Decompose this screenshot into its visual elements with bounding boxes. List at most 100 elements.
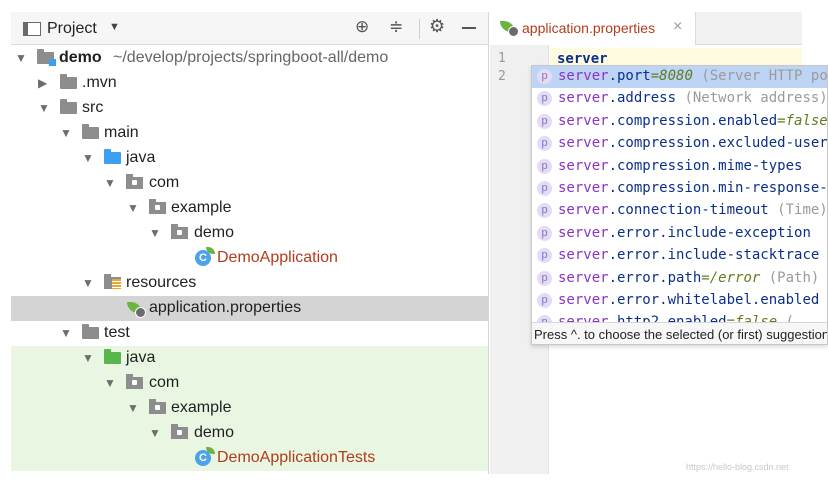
completion-item[interactable]: p server.compression.min-response-size (532, 178, 828, 200)
completion-text: server.connection-timeout (Time) (558, 202, 828, 219)
spring-leaf-icon (127, 301, 146, 318)
expand-arrow-icon[interactable]: ▼ (82, 151, 94, 165)
completion-text: server.compression.mime-types (558, 158, 802, 174)
tree-row-main-java[interactable]: ▼ java (11, 146, 488, 171)
tree-row-src[interactable]: ▼ src (11, 96, 488, 121)
property-icon: p (537, 225, 552, 241)
package-icon (126, 374, 143, 389)
expand-arrow-icon[interactable]: ▼ (127, 401, 139, 415)
package-icon (171, 424, 188, 439)
tree-label-demo: demo (194, 224, 235, 241)
completion-rest: .compression.min-response-size (608, 180, 828, 196)
project-panel-header: Project ▼ ⊕ ≑ ⚙ (11, 12, 488, 45)
completion-rest: .compression.enabled (608, 112, 778, 129)
expand-arrow-icon[interactable]: ▼ (15, 51, 27, 65)
tree-label-main: main (104, 124, 139, 141)
completion-rest: .error.include-exception (608, 224, 811, 241)
tree-label-resources: resources (126, 274, 197, 291)
tab-application-properties[interactable]: application.properties × (490, 12, 696, 45)
tree-row-resources[interactable]: ▼ resources (11, 271, 488, 296)
tree-row-demo-application-tests[interactable]: C DemoApplicationTests (11, 446, 488, 471)
tree-label-demo-application-tests: DemoApplicationTests (217, 449, 376, 466)
completion-rest: .connection-timeout (608, 202, 769, 219)
tree-row-demo-root[interactable]: ▼ demo ~/develop/projects/springboot-all… (11, 46, 488, 71)
source-folder-icon (104, 149, 121, 164)
completion-item[interactable]: p server.error.include-stacktrace (532, 245, 827, 267)
collapse-all-icon[interactable]: ≑ (389, 17, 403, 37)
spring-boot-class-icon: C (195, 247, 215, 266)
completion-desc: (Network address) (676, 90, 828, 107)
expand-arrow-icon[interactable]: ▼ (149, 426, 161, 440)
expand-arrow-icon[interactable]: ▼ (149, 226, 161, 240)
completion-match: server (558, 224, 609, 241)
folder-icon (60, 99, 77, 114)
close-icon[interactable]: × (673, 18, 682, 36)
expand-arrow-icon[interactable]: ▼ (38, 101, 50, 115)
tree-row-test-example[interactable]: ▼ example (11, 396, 488, 421)
completion-item[interactable]: p server.address (Network address) (532, 88, 828, 110)
completion-rest: .error.include-stacktrace (608, 247, 820, 264)
completion-popup[interactable]: pserver.port=8080 (Server HTTP port)pser… (531, 65, 828, 345)
minimize-icon[interactable] (462, 27, 476, 29)
completion-item[interactable]: pserver.port=8080 (Server HTTP port) (532, 66, 828, 88)
expand-arrow-icon[interactable]: ▼ (104, 176, 116, 190)
expand-arrow-icon[interactable]: ▼ (60, 126, 72, 140)
expand-arrow-icon[interactable]: ▼ (82, 351, 94, 365)
tree-label-example: example (171, 199, 232, 216)
property-icon: p (537, 181, 552, 196)
tree-row-mvn[interactable]: ▶ .mvn (11, 71, 488, 96)
completion-text: server.compression.min-response-size (558, 180, 828, 196)
package-icon (149, 199, 166, 214)
project-view-icon[interactable] (23, 22, 41, 36)
property-icon: p (537, 270, 552, 286)
chevron-down-icon[interactable]: ▼ (109, 21, 120, 33)
test-folder-icon (104, 349, 121, 364)
completion-value: =false (777, 112, 828, 129)
expand-arrow-icon[interactable]: ▼ (60, 326, 72, 340)
completion-hint: Press ^. to choose the selected (or firs… (532, 322, 827, 344)
completion-desc: (Time) (768, 202, 828, 219)
expand-arrow-icon[interactable]: ▼ (104, 376, 116, 390)
tree-row-test[interactable]: ▼ test (11, 321, 488, 346)
project-panel: Project ▼ ⊕ ≑ ⚙ ▼ demo ~/develop/project… (11, 12, 489, 474)
completion-item[interactable]: p server.error.path=/error (Path) (532, 268, 827, 290)
tree-row-main-example[interactable]: ▼ example (11, 196, 488, 221)
tree-label-src: src (82, 99, 104, 116)
expand-arrow-icon[interactable]: ▼ (127, 201, 139, 215)
completion-desc: (Server HTTP port) (701, 68, 828, 84)
tree-row-test-java[interactable]: ▼ java (11, 346, 488, 371)
tree-row-main[interactable]: ▼ main (11, 121, 488, 146)
tree-row-application-properties[interactable]: application.properties (11, 296, 488, 321)
expand-arrow-icon[interactable]: ▼ (82, 276, 94, 290)
locate-globe-icon[interactable]: ⊕ (355, 17, 369, 37)
tree-row-demo-application[interactable]: C DemoApplication (11, 246, 488, 271)
completion-item[interactable]: p server.connection-timeout (Time) (532, 200, 828, 222)
completion-rest: .address (608, 90, 677, 107)
completion-rest: .error.whitelabel.enabled (608, 292, 820, 308)
property-icon: p (537, 113, 552, 129)
gear-icon[interactable]: ⚙ (429, 16, 445, 37)
tree-label-com: com (149, 174, 180, 191)
line-number: 2 (498, 69, 506, 84)
tree-label-test-java: java (126, 349, 156, 366)
completion-match: server (558, 112, 609, 129)
property-icon: p (537, 293, 552, 308)
completion-item[interactable]: p server.compression.mime-types (532, 156, 827, 178)
project-panel-title[interactable]: Project (47, 20, 97, 38)
completion-item[interactable]: p server.error.whitelabel.enabled (532, 290, 827, 312)
watermark: https://hello-blog.csdn.net (686, 462, 789, 472)
completion-item[interactable]: pserver.compression.excluded-user-agents (532, 133, 827, 155)
completion-match: server (558, 68, 609, 84)
tree-row-main-demo[interactable]: ▼ demo (11, 221, 488, 246)
collapsed-arrow-icon[interactable]: ▶ (38, 76, 47, 90)
tree-row-main-com[interactable]: ▼ com (11, 171, 488, 196)
tree-label-test-demo: demo (194, 424, 235, 441)
property-icon: p (537, 69, 552, 84)
completion-rest: .error.path (608, 269, 702, 286)
completion-text: server.compression.enabled=false (558, 112, 828, 129)
tree-row-test-com[interactable]: ▼ com (11, 371, 488, 396)
tree-row-test-demo[interactable]: ▼ demo (11, 421, 488, 446)
completion-item[interactable]: p server.compression.enabled=false (532, 111, 828, 133)
tree-label-demo-application: DemoApplication (217, 249, 338, 266)
completion-item[interactable]: p server.error.include-exception (532, 223, 827, 245)
